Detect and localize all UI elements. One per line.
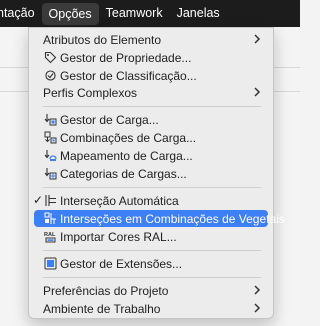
menu-item-extensions-manager[interactable]: Gestor de Extensões... xyxy=(34,255,268,272)
menu-separator xyxy=(43,187,261,188)
intersection-combinations-icon xyxy=(44,212,56,224)
menu-item-label: Interseções em Combinações de Vegetais xyxy=(60,211,285,226)
options-dropdown-menu: Atributos do Elemento Gestor de Propried… xyxy=(28,27,285,319)
menu-item-label: Importar Cores RAL... xyxy=(60,229,177,244)
menu-separator xyxy=(43,250,261,251)
menu-item-property-manager[interactable]: Gestor de Propriedade... xyxy=(34,49,268,66)
svg-text:RAL: RAL xyxy=(44,232,56,238)
menu-item-automatic-intersection[interactable]: ✓ Interseção Automática xyxy=(33,192,268,209)
menu-item-load-categories[interactable]: Categorias de Cargas... xyxy=(34,165,268,182)
load-categories-icon xyxy=(44,168,57,180)
menu-item-label: Gestor de Classificação... xyxy=(60,68,197,83)
menu-item-load-manager[interactable]: Gestor de Carga... xyxy=(34,111,268,128)
menu-item-label: Interseção Automática xyxy=(60,193,179,208)
chevron-right-icon xyxy=(254,87,261,97)
menu-item-label: Gestor de Propriedade... xyxy=(60,50,192,65)
classification-icon xyxy=(45,70,56,81)
menu-item-intersections-in-combinations[interactable]: Interseções em Combinações de Vegetais xyxy=(34,210,285,227)
menu-item-load-mapping[interactable]: Mapeamento de Carga... xyxy=(34,147,268,164)
menu-item-label: Mapeamento de Carga... xyxy=(60,148,193,163)
menu-item-label: Gestor de Carga... xyxy=(60,112,159,127)
menu-item-load-combinations[interactable]: Combinações de Carga... xyxy=(34,129,268,146)
load-mapping-icon xyxy=(44,150,57,161)
load-manager-icon xyxy=(44,114,57,126)
ral-colors-icon: RAL xyxy=(44,232,56,243)
menu-separator xyxy=(43,106,261,107)
menu-item-label: Perfis Complexos xyxy=(43,85,138,100)
menubar-item-teamwork[interactable]: Teamwork xyxy=(99,0,170,27)
menubar-item-apresentacao[interactable]: ntação xyxy=(0,0,42,27)
menu-item-label: Gestor de Extensões... xyxy=(60,256,183,271)
load-combinations-icon xyxy=(44,131,57,144)
menubar-item-opcoes[interactable]: Opções xyxy=(41,2,99,25)
menu-item-element-attributes[interactable]: Atributos do Elemento xyxy=(34,31,268,48)
menu-item-complex-profiles[interactable]: Perfis Complexos xyxy=(34,84,268,101)
menu-item-label: Categorias de Cargas... xyxy=(60,166,187,181)
menu-separator xyxy=(43,277,261,278)
menu-item-import-ral-colors[interactable]: RAL Importar Cores RAL... xyxy=(34,228,268,245)
menu-item-work-environment[interactable]: Ambiente de Trabalho xyxy=(34,300,268,317)
chevron-right-icon xyxy=(254,303,261,313)
menu-item-label: Ambiente de Trabalho xyxy=(43,301,161,316)
tag-icon xyxy=(44,51,57,64)
menu-bar: ntação Opções Teamwork Janelas xyxy=(0,0,300,27)
extensions-icon xyxy=(44,257,57,270)
menubar-item-janelas[interactable]: Janelas xyxy=(170,0,227,27)
chevron-right-icon xyxy=(254,34,261,44)
menu-item-classification-manager[interactable]: Gestor de Classificação... xyxy=(34,67,268,84)
checkmark-icon: ✓ xyxy=(33,193,44,207)
intersection-icon xyxy=(45,195,56,206)
menu-item-label: Combinações de Carga... xyxy=(60,130,197,145)
menu-item-label: Atributos do Elemento xyxy=(43,32,162,47)
